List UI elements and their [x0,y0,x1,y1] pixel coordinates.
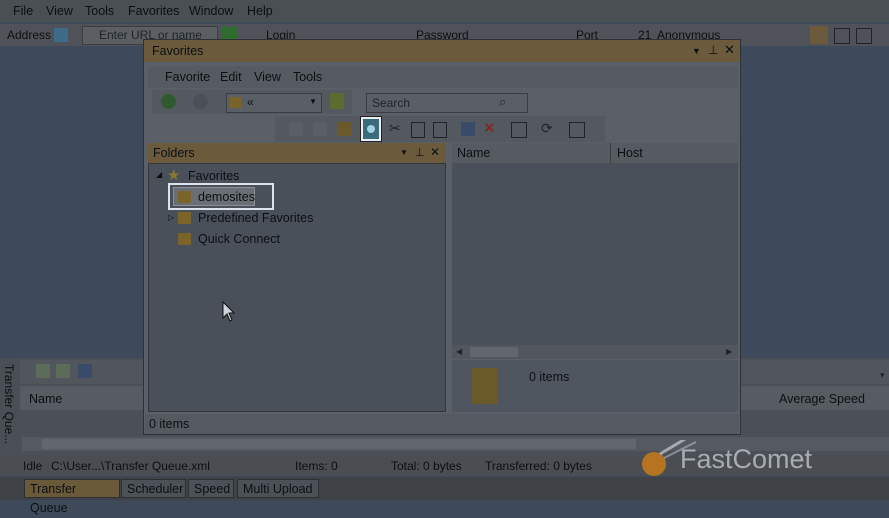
star-icon: ★ [167,167,181,184]
tab-multi-upload[interactable]: Multi Upload [237,479,319,498]
list-horizontal-scrollbar[interactable]: ◀ ▶ [452,345,738,359]
preview-items: 0 items [529,370,570,384]
menu-favorites[interactable]: Favorites [128,4,179,18]
folders-title: Folders [153,146,195,160]
folder-large-icon [472,368,498,404]
column-name[interactable]: Name [457,146,490,160]
favorites-list [452,163,738,359]
fastcomet-logo: FastComet [640,434,880,480]
dropdown-icon[interactable]: ▼ [692,46,701,56]
overflow-icon[interactable]: ▾ [880,370,885,381]
copy-icon[interactable] [56,364,70,378]
move-icon[interactable] [461,122,475,136]
status-idle: Idle [23,459,43,473]
column-host[interactable]: Host [617,146,643,160]
search-icon[interactable]: ⌕ [499,94,506,110]
fav-menu-view[interactable]: View [254,70,281,84]
favorites-menu-bar: Favorite Edit View Tools [148,66,738,88]
nav-path-combo[interactable]: « ▼ [226,93,322,113]
properties-icon[interactable] [313,122,327,136]
scroll-left-icon[interactable]: ◀ [456,347,462,356]
favorites-status: 0 items [149,417,190,431]
chevron-down-icon[interactable]: ▼ [309,97,317,106]
favorites-status-bar: 0 items [145,414,739,434]
expand-arrow-icon[interactable]: ▷ [168,213,174,222]
fav-menu-tools[interactable]: Tools [293,70,322,84]
delete-icon[interactable]: ✕ [483,119,496,137]
menu-bar: File View Tools Favorites Window Help [0,0,889,22]
globe-icon [367,125,375,133]
save-icon[interactable] [78,364,92,378]
search-placeholder: Search [372,96,411,110]
transfer-queue-side-label: Transfer Que... [2,364,16,445]
copy-icon[interactable] [411,122,425,138]
tree-item-favorites[interactable]: Favorites [188,169,239,183]
favorites-title: Favorites [152,44,204,58]
close-icon[interactable]: ✕ [430,145,440,159]
tile-icon[interactable] [810,26,828,44]
fastcomet-wordmark: FastComet [680,444,813,474]
menu-help[interactable]: Help [247,4,273,18]
pin-icon[interactable]: ⊥ [708,43,718,57]
scroll-thumb[interactable] [470,347,518,357]
dropdown-icon[interactable]: ▼ [400,148,408,157]
connect-icon[interactable] [289,122,303,136]
split-horizontal-icon[interactable] [834,28,850,44]
status-total: Total: 0 bytes [391,459,462,473]
status-items: Items: 0 [295,459,338,473]
tab-transfer-queue[interactable]: Transfer Queue [24,479,120,515]
tree-item-demosites[interactable]: demosites [173,187,255,206]
list-header: Name Host [452,143,738,163]
scroll-right-icon[interactable]: ▶ [726,347,732,356]
start-icon[interactable] [36,364,50,378]
favorites-title-bar: Favorites ▼ ⊥ ✕ [144,40,740,62]
mouse-cursor-icon [222,301,236,322]
refresh-icon[interactable]: ⟳ [541,120,553,137]
tree-item-label: demosites [198,190,255,204]
close-icon[interactable]: ✕ [724,42,735,58]
tree-item-quick-connect[interactable]: Quick Connect [198,232,280,246]
folder-icon [230,97,241,108]
menu-view[interactable]: View [46,4,73,18]
status-file: C:\User...\Transfer Queue.xml [51,459,210,473]
fav-menu-favorite[interactable]: Favorite [165,70,210,84]
cut-icon[interactable]: ✂ [389,120,401,137]
status-transferred: Transferred: 0 bytes [485,459,592,473]
collapse-arrow-icon[interactable]: ◢ [156,170,162,179]
new-folder-icon[interactable] [337,122,351,136]
nav-path-value: « [247,95,254,109]
tab-speed[interactable]: Speed [188,479,234,498]
folder-icon [178,191,191,203]
right-toolbar [748,24,889,46]
search-input[interactable]: Search ⌕ [366,93,528,113]
new-favorite-icon[interactable] [361,117,381,141]
address-label: Address [7,28,52,42]
pin-icon[interactable]: ⊥ [415,146,425,159]
folders-panel-header: Folders ▼ ⊥ ✕ [148,143,446,163]
queue-column-name[interactable]: Name [29,392,62,406]
forward-icon[interactable] [193,94,208,109]
column-divider[interactable] [610,143,611,163]
up-folder-icon[interactable] [330,93,344,109]
globe-icon[interactable] [54,28,68,42]
menu-window[interactable]: Window [189,4,233,18]
scroll-thumb[interactable] [42,439,636,449]
menu-file[interactable]: File [13,4,33,18]
fav-menu-edit[interactable]: Edit [220,70,242,84]
preview-pane: 0 items [452,360,738,412]
view-options-icon[interactable] [569,122,585,138]
split-vertical-icon[interactable] [856,28,872,44]
folder-icon [178,233,191,245]
tree-item-predefined[interactable]: Predefined Favorites [198,211,313,225]
paste-icon[interactable] [433,122,447,138]
folder-icon [178,212,191,224]
duplicate-icon[interactable] [511,122,527,138]
favorites-action-toolbar: ✂ ✕ ⟳ [275,116,605,142]
menu-tools[interactable]: Tools [85,4,114,18]
tab-scheduler[interactable]: Scheduler [121,479,186,498]
back-icon[interactable] [161,94,176,109]
queue-column-avg-speed[interactable]: Average Speed [779,392,865,406]
